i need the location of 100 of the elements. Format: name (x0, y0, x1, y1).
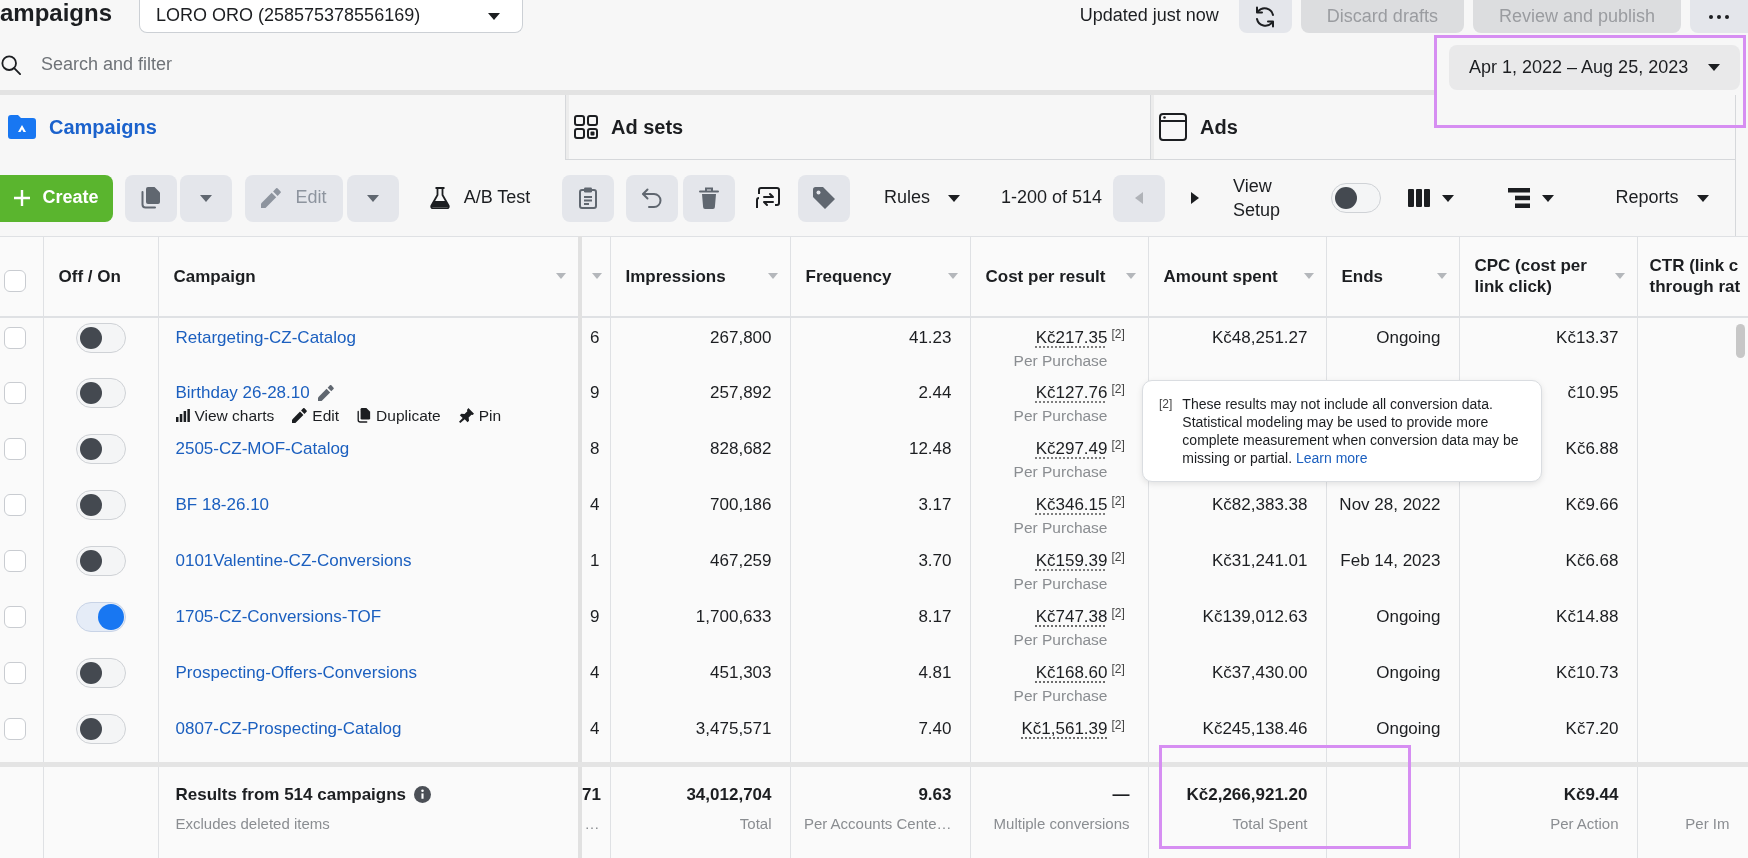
window-icon (1159, 113, 1187, 141)
table-cell: 8.17 (790, 596, 970, 653)
row-checkbox[interactable] (4, 661, 26, 684)
folder-icon (8, 115, 36, 139)
table-cell: 267,800 (610, 316, 790, 373)
table-cell: 9 (580, 596, 610, 653)
columns-icon (1408, 189, 1431, 207)
toggle-switch[interactable] (75, 489, 126, 520)
status-cell: Ongoing (1326, 652, 1459, 709)
campaign-link[interactable]: 1705-CZ-Conversions-TOF (175, 604, 382, 629)
result-value: Kč217.35 (1035, 327, 1108, 347)
column-header[interactable]: Ends (1341, 265, 1384, 287)
row-checkbox[interactable] (4, 605, 26, 628)
caret-icon (488, 12, 500, 20)
left-triangle-icon (1135, 192, 1144, 204)
ab-test-button[interactable]: A/B Test (419, 174, 541, 222)
toggle-switch[interactable] (75, 657, 126, 688)
total-value: Kč9.44 (1562, 784, 1619, 806)
scrollbar-thumb[interactable] (1736, 324, 1745, 358)
reports-button[interactable]: Reports (1602, 174, 1723, 222)
rules-button[interactable]: Rules (872, 174, 972, 222)
campaign-link[interactable]: Retargeting-CZ-Catalog (175, 325, 356, 350)
row-checkbox[interactable] (4, 493, 26, 516)
table-cell: 4 (580, 708, 610, 765)
row-checkbox[interactable] (4, 381, 26, 404)
update-status: Updated just now (1079, 4, 1219, 27)
column-header[interactable]: Off / On (58, 265, 121, 287)
undo-button[interactable] (626, 174, 678, 222)
page-range: 1-200 of 514 (1000, 186, 1104, 210)
tag-button[interactable] (798, 174, 850, 222)
plus-icon (14, 190, 31, 206)
caret-icon (367, 194, 379, 202)
campaign-link[interactable]: 2505-CZ-MOF-Catalog (175, 436, 350, 461)
row-checkbox[interactable] (4, 717, 26, 740)
total-value: — (1111, 784, 1130, 806)
toggle-switch[interactable] (75, 545, 126, 576)
campaign-link[interactable]: 0101Valentine-CZ-Conversions (175, 548, 412, 573)
tab[interactable]: Ads (1150, 95, 1736, 160)
column-header[interactable]: Campaign (173, 265, 256, 287)
search-field[interactable]: Search and filter (41, 52, 741, 78)
row-checkbox[interactable] (4, 326, 26, 349)
total-note: Total (738, 814, 772, 834)
clipboard-button[interactable] (562, 174, 614, 222)
result-type: Per Purchase (1012, 685, 1108, 706)
toggle-switch[interactable] (75, 322, 126, 353)
column-header[interactable]: Frequency (805, 265, 892, 287)
campaign-link[interactable]: 0807-CZ-Prospecting-Catalog (175, 716, 402, 741)
campaign-link[interactable]: BF 18-26.10 (175, 492, 270, 517)
duplicate-button[interactable] (125, 174, 177, 222)
delete-button[interactable] (683, 174, 735, 222)
status-cell: Ongoing (1326, 708, 1459, 765)
duplicate-icon (357, 408, 372, 423)
status-cell: Ongoing (1326, 596, 1459, 653)
column-header[interactable]: Impressions (625, 265, 726, 287)
toggle-switch[interactable] (75, 713, 126, 744)
caret-icon (1442, 194, 1455, 202)
campaign-link[interactable]: Prospecting-Offers-Conversions (175, 660, 418, 685)
result-value: Kč1,561.39 (1021, 718, 1108, 738)
total-note: … (583, 814, 600, 834)
result-type: Per Purchase (1012, 517, 1108, 538)
row-checkbox[interactable] (4, 437, 26, 460)
result-type: Per Purchase (1012, 629, 1108, 650)
select-all-checkbox[interactable] (4, 269, 26, 292)
total-note: Total Spent (1231, 814, 1308, 834)
tab[interactable]: Ad sets (565, 95, 1150, 160)
row-action-link[interactable]: Duplicate (357, 404, 441, 427)
row-checkbox[interactable] (4, 549, 26, 572)
total-note: Per Im (1684, 814, 1730, 834)
footnote-mark: [2] (1111, 380, 1126, 397)
row-action-link[interactable]: View charts (175, 404, 275, 427)
info-icon (414, 786, 432, 804)
row-action-link[interactable]: Edit (292, 404, 340, 427)
caret-icon (200, 194, 212, 202)
table-cell: Kč31,241.01 (1148, 540, 1326, 597)
result-type: Per Purchase (1012, 573, 1108, 594)
table-cell: Kč82,383.38 (1148, 484, 1326, 541)
learn-more-link[interactable]: Learn more (1295, 450, 1368, 466)
toggle-switch[interactable] (75, 433, 126, 464)
toggle-switch[interactable] (1331, 183, 1382, 213)
table-cell: 1,700,633 (610, 596, 790, 653)
refresh-button[interactable] (1238, 0, 1292, 33)
grid-icon (574, 115, 598, 139)
result-value: Kč747.38 (1035, 606, 1108, 626)
toggle-switch[interactable] (75, 377, 126, 408)
footnote-mark: [2] (1111, 325, 1126, 342)
table-cell: Kč245,138.46 (1148, 708, 1326, 765)
toggle-switch[interactable] (75, 601, 126, 632)
column-header[interactable]: Cost per result (985, 265, 1106, 287)
tab[interactable]: Campaigns (0, 95, 565, 160)
campaign-link[interactable]: Birthday 26-28.10 (175, 380, 310, 405)
total-value: 71 (582, 784, 600, 806)
caret-icon (1696, 194, 1709, 202)
date-cell: Feb 14, 2023 (1326, 540, 1459, 597)
table-cell: Kč6.68 (1459, 540, 1637, 597)
table-cell: 467,259 (610, 540, 790, 597)
date-range-button[interactable]: Apr 1, 2022 – Aug 25, 2023 (1449, 45, 1740, 90)
account-dropdown[interactable]: LORO ORO (258575378556169) (139, 0, 523, 33)
clipboard-icon (579, 187, 597, 209)
column-header[interactable]: Amount spent (1163, 265, 1278, 287)
row-action-link[interactable]: Pin (458, 404, 502, 427)
